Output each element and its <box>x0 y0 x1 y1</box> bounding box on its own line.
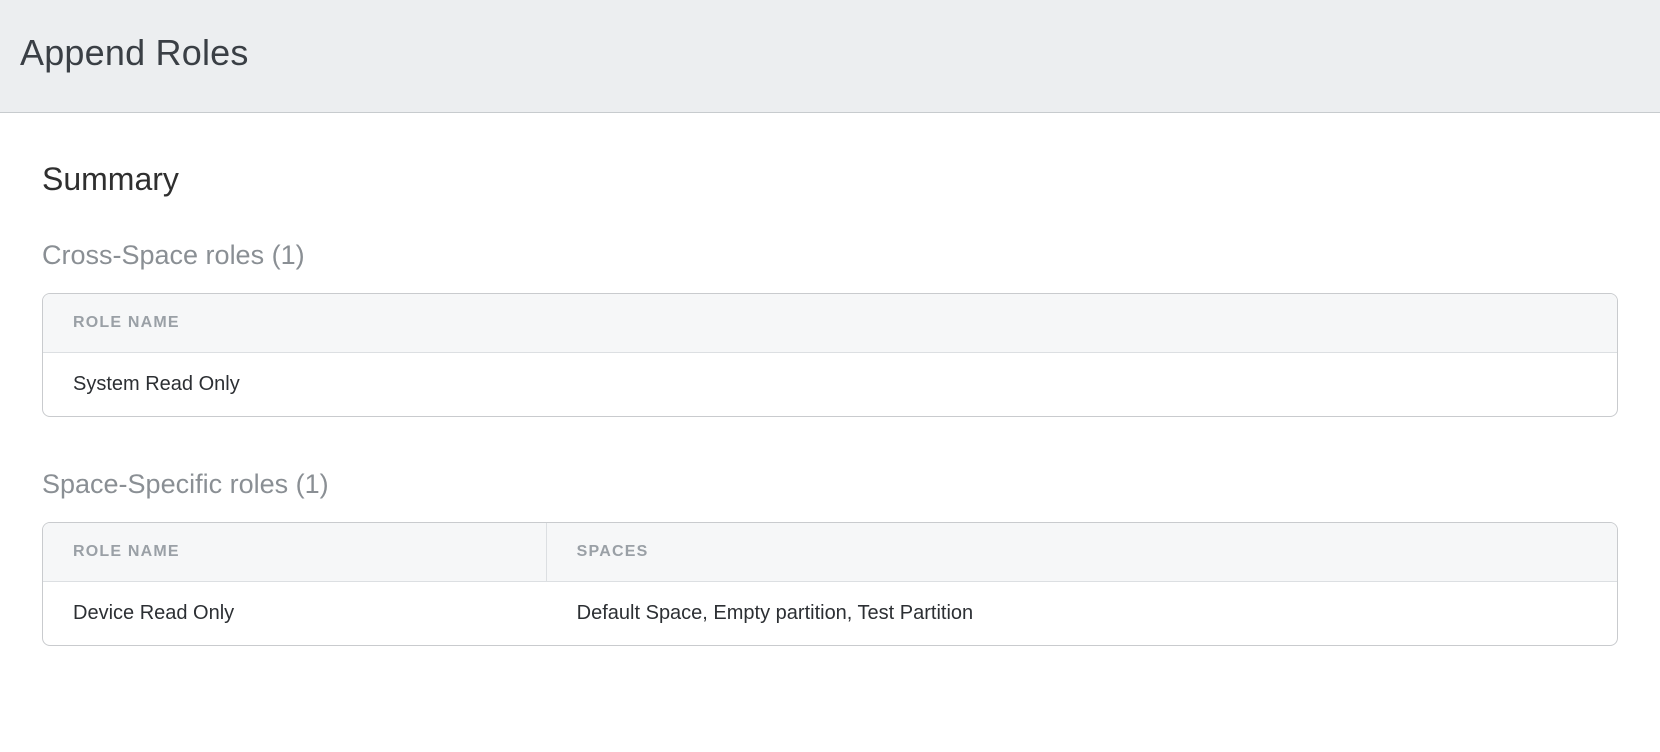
summary-heading: Summary <box>42 161 1618 198</box>
column-header-spaces: Spaces <box>547 523 1617 582</box>
page-title: Append Roles <box>20 32 1640 74</box>
space-specific-section: Space-Specific roles (1) Role Name Space… <box>42 469 1618 646</box>
cross-space-heading: Cross-Space roles (1) <box>42 240 1618 271</box>
space-specific-heading: Space-Specific roles (1) <box>42 469 1618 500</box>
cell-spaces: Default Space, Empty partition, Test Par… <box>547 582 1617 645</box>
column-header-role-name: Role Name <box>43 294 1617 353</box>
cross-space-table: Role Name System Read Only <box>42 293 1618 417</box>
table-row: System Read Only <box>43 353 1617 416</box>
content-area: Summary Cross-Space roles (1) Role Name … <box>0 113 1660 686</box>
cell-role-name: Device Read Only <box>43 582 547 645</box>
page-header: Append Roles <box>0 0 1660 113</box>
space-specific-table: Role Name Spaces Device Read Only Defaul… <box>42 522 1618 646</box>
column-header-role-name: Role Name <box>43 523 547 582</box>
cell-role-name: System Read Only <box>43 353 1617 416</box>
table-row: Device Read Only Default Space, Empty pa… <box>43 582 1617 645</box>
cross-space-section: Cross-Space roles (1) Role Name System R… <box>42 240 1618 417</box>
